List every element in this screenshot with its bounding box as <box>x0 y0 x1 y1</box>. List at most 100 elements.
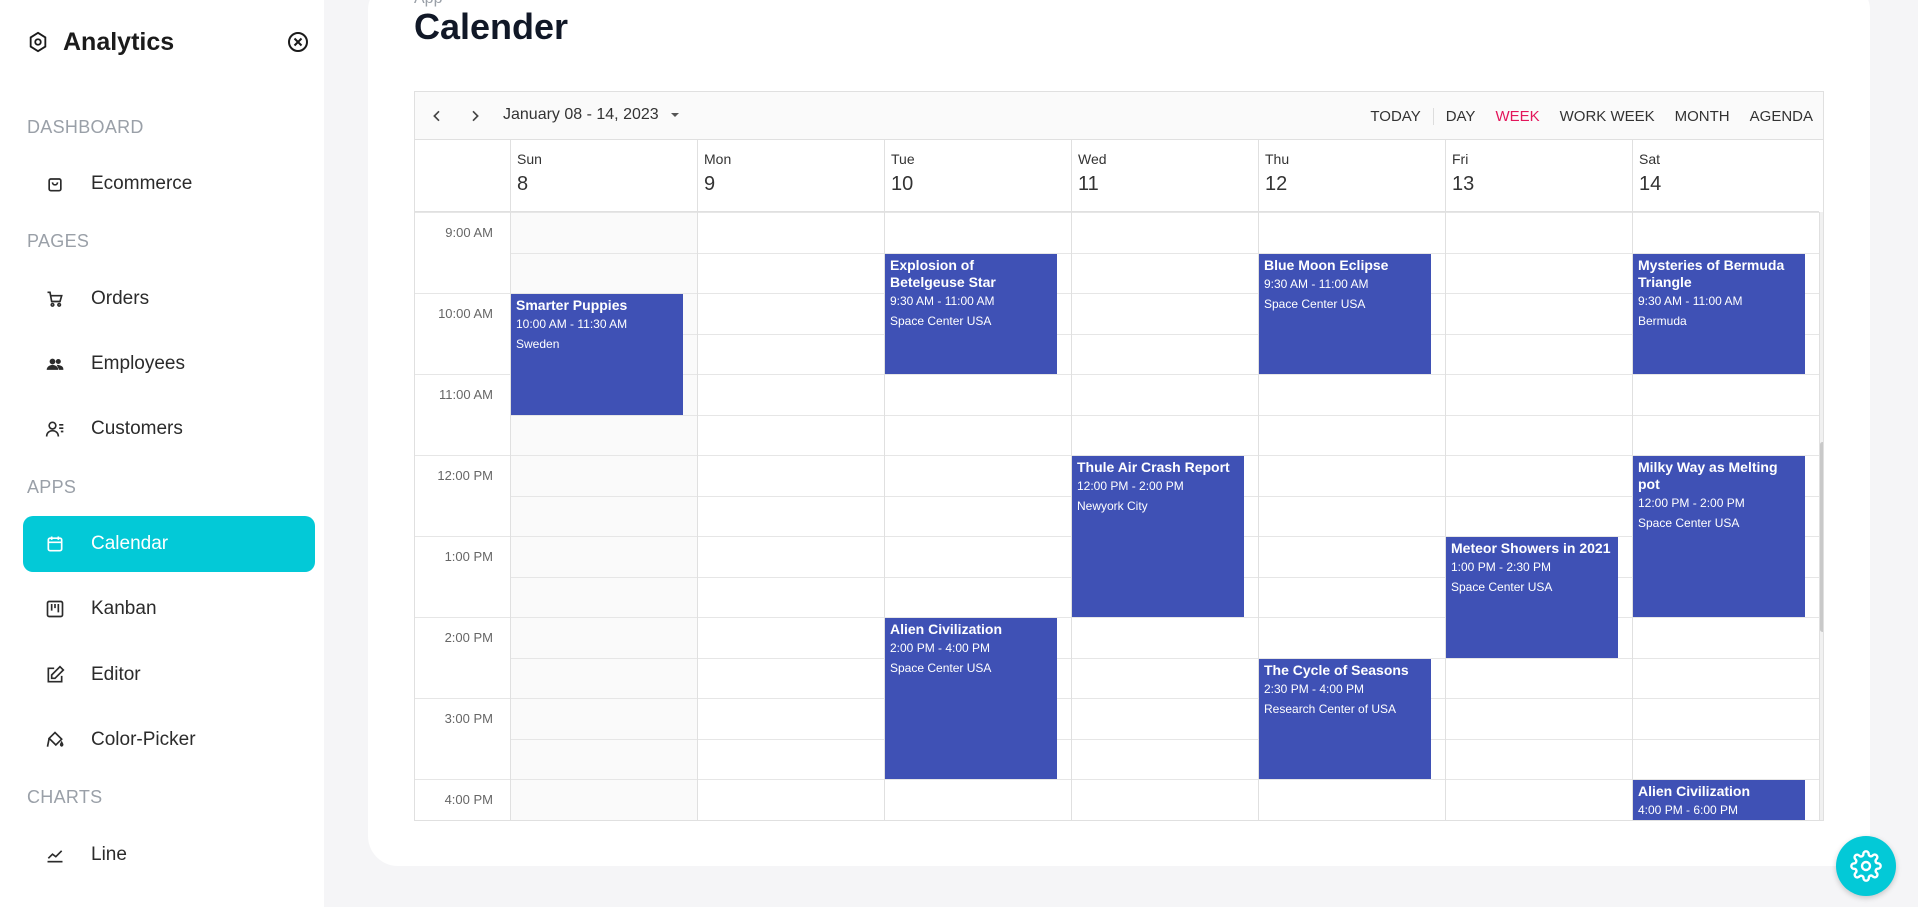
calendar-event[interactable]: Milky Way as Melting pot 12:00 PM - 2:00 … <box>1633 456 1805 617</box>
event-title: Alien Civilization <box>1638 783 1751 799</box>
sidebar-item-label: Calendar <box>91 533 169 554</box>
sidebar-item-label: Editor <box>91 664 141 685</box>
day-name: Fri <box>1452 151 1469 167</box>
scrollbar-thumb[interactable] <box>1820 442 1823 632</box>
event-time: 12:00 PM - 2:00 PM <box>1638 496 1745 510</box>
section-dashboard: DASHBOARD <box>27 117 144 137</box>
day-date: 13 <box>1452 173 1475 195</box>
event-location: Space Center USA <box>890 313 992 328</box>
day-header-wed[interactable]: Wed 11 <box>1071 140 1258 212</box>
event-time: 10:00 AM - 11:30 AM <box>516 317 628 331</box>
sidebar-item-color-picker[interactable]: Color-Picker <box>23 712 315 768</box>
event-time: 2:30 PM - 4:00 PM <box>1264 681 1365 696</box>
event-location: Space Center USA <box>1638 516 1740 530</box>
day-header-sun[interactable]: Sun 8 <box>510 140 697 212</box>
half-hour-line <box>510 739 1820 740</box>
time-label: 10:00 AM <box>438 306 493 321</box>
time-grid: 9:00 AM 10:00 AM 11:00 AM 12:00 PM 1:00 PM 2:… <box>415 212 1823 820</box>
view-month-button[interactable]: MONTH <box>1665 108 1740 125</box>
event-title: Blue Moon Eclipse <box>1264 256 1389 273</box>
event-location: Sweden <box>516 337 560 351</box>
section-charts: CHARTS <box>27 787 103 807</box>
sidebar: Analytics DASHBOARD Ecommerce PAGES Orde… <box>0 0 324 907</box>
event-time: 12:00 PM - 2:00 PM <box>1077 479 1184 493</box>
date-range-picker[interactable]: January 08 - 14, 2023 <box>503 106 681 124</box>
calendar-event[interactable]: The Cycle of Seasons 2:30 PM - 4:00 PM Res… <box>1259 658 1431 779</box>
today-button[interactable]: TODAY <box>1360 107 1434 125</box>
calendar-event[interactable]: Alien Civilization 4:00 PM - 6:00 PM <box>1633 780 1805 820</box>
sidebar-item-kanban[interactable]: Kanban <box>23 581 315 637</box>
sidebar-item-calendar[interactable]: Calendar <box>23 516 315 572</box>
calendar-event[interactable]: Blue Moon Eclipse 9:30 AM - 11:00 AM Space… <box>1259 253 1431 374</box>
sidebar-item-customers[interactable]: Customers <box>23 401 315 457</box>
sidebar-item-label: Color-Picker <box>91 729 196 750</box>
calendar-event[interactable]: Thule Air Crash Report 12:00 PM - 2:00 PM… <box>1072 456 1244 617</box>
time-label: 1:00 PM <box>444 549 493 564</box>
next-button[interactable] <box>463 104 487 128</box>
view-work-week-button[interactable]: WORK WEEK <box>1550 108 1665 125</box>
customers-icon <box>45 421 64 437</box>
day-name: Mon <box>704 151 732 167</box>
event-time: 4:00 PM - 6:00 PM <box>1638 803 1739 817</box>
event-location: Space Center USA <box>1451 580 1553 594</box>
view-agenda-button[interactable]: AGENDA <box>1740 108 1823 125</box>
event-time: 2:00 PM - 4:00 PM <box>890 641 991 655</box>
calendar-event[interactable]: Explosion of Betelgeuse Star 9:30 AM - 11… <box>885 253 1057 374</box>
brand-name: Analytics <box>63 27 175 56</box>
time-label: 9:00 AM <box>445 225 493 240</box>
day-header-fri[interactable]: Fri 13 <box>1445 140 1632 212</box>
sidebar-item-orders[interactable]: Orders <box>23 271 315 327</box>
event-title: Explosion of Betelgeuse Star <box>890 256 996 290</box>
line-chart-icon <box>47 850 63 863</box>
prev-button[interactable] <box>425 104 449 128</box>
half-hour-line <box>510 253 1820 254</box>
calendar-event[interactable]: Alien Civilization 2:00 PM - 4:00 PM Space… <box>885 618 1057 779</box>
sidebar-item-employees[interactable]: Employees <box>23 336 315 392</box>
view-switcher: TODAY DAY WEEK WORK WEEK MONTH AGENDA <box>1360 92 1823 140</box>
day-header-thu[interactable]: Thu 12 <box>1258 140 1445 212</box>
sidebar-item-ecommerce[interactable]: Ecommerce <box>23 156 315 212</box>
sidebar-item-line[interactable]: Line <box>23 827 315 883</box>
sidebar-item-label: Kanban <box>91 598 157 619</box>
brand[interactable]: Analytics <box>27 26 174 58</box>
day-header-sat[interactable]: Sat 14 <box>1632 140 1819 212</box>
sidebar-item-label: Customers <box>91 418 183 439</box>
view-week-button[interactable]: WEEK <box>1485 108 1549 125</box>
event-location: Space Center USA <box>890 661 992 675</box>
sidebar-item-editor[interactable]: Editor <box>23 647 315 703</box>
day-date: 9 <box>704 173 716 195</box>
employees-icon <box>46 358 64 370</box>
calendar-event[interactable]: Meteor Showers in 2021 1:00 PM - 2:30 PM S… <box>1446 537 1618 658</box>
day-column-line <box>697 212 698 820</box>
time-label: 3:00 PM <box>444 711 493 726</box>
time-label: 11:00 AM <box>439 387 493 402</box>
event-title: Mysteries of Bermuda Triangle <box>1638 256 1785 290</box>
half-hour-line <box>510 658 1820 659</box>
cart-icon <box>47 291 63 307</box>
edit-icon <box>47 665 65 683</box>
view-day-button[interactable]: DAY <box>1436 108 1486 125</box>
day-header-mon[interactable]: Mon 9 <box>697 140 884 212</box>
event-location: Newyork City <box>1077 499 1148 513</box>
event-title: Thule Air Crash Report <box>1077 459 1230 475</box>
day-name: Wed <box>1078 151 1107 167</box>
shopping-bag-icon <box>48 178 62 192</box>
calendar-event[interactable]: Mysteries of Bermuda Triangle 9:30 AM - 1… <box>1633 253 1805 374</box>
hour-line <box>415 212 1820 213</box>
event-time: 9:30 AM - 11:00 AM <box>1638 293 1743 308</box>
day-column-line <box>1445 212 1446 820</box>
settings-button[interactable] <box>1836 836 1896 896</box>
event-location: Research Center of USA <box>1264 701 1397 716</box>
half-hour-line <box>510 334 1820 335</box>
close-icon[interactable] <box>286 30 310 54</box>
calendar-event[interactable]: Smarter Puppies 10:00 AM - 11:30 AM Sweden <box>511 294 683 415</box>
event-time: 9:30 AM - 11:00 AM <box>890 293 995 308</box>
day-name: Sat <box>1639 151 1661 167</box>
scheduler: January 08 - 14, 2023 TODAY DAY WEEK WOR… <box>414 91 1824 821</box>
chevron-right-icon <box>472 110 479 122</box>
day-header-tue[interactable]: Tue 10 <box>884 140 1071 212</box>
section-pages: PAGES <box>27 231 90 251</box>
event-title: Milky Way as Melting pot <box>1638 459 1778 492</box>
chevron-left-icon <box>433 110 440 122</box>
day-name: Tue <box>891 151 915 167</box>
